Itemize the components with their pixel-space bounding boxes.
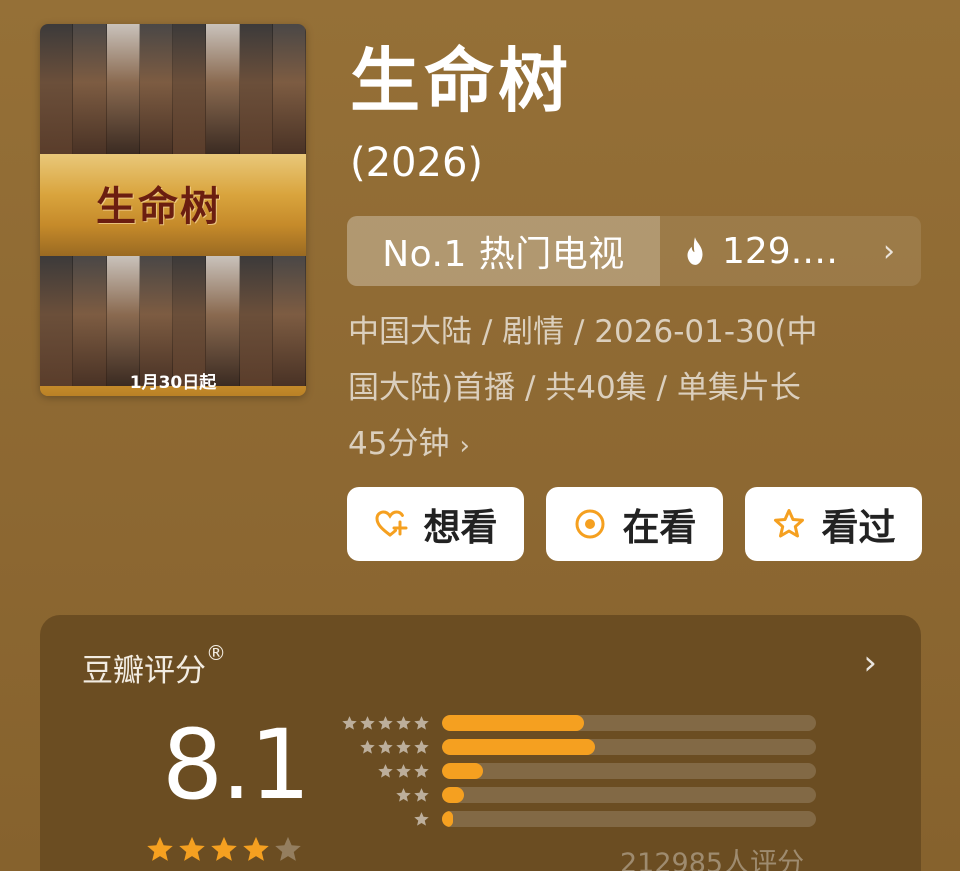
meta-info[interactable]: 中国大陆 / 剧情 / 2026-01-30(中 国大陆)首播 / 共40集 /… bbox=[348, 304, 908, 474]
rating-distribution-row bbox=[335, 759, 816, 783]
rating-score: 8.1 bbox=[162, 709, 311, 821]
distribution-bar bbox=[442, 739, 596, 755]
watched-button[interactable]: 看过 bbox=[745, 487, 922, 561]
rating-stars bbox=[145, 835, 303, 865]
rating-distribution-row bbox=[335, 783, 816, 807]
star-filled-icon bbox=[179, 836, 205, 861]
registered-mark: ® bbox=[206, 641, 226, 665]
poster-title-art: 生命树 bbox=[96, 183, 222, 230]
ranking-bar[interactable]: No.1 热门电视 129.… › bbox=[347, 216, 921, 286]
star-filled-icon bbox=[147, 836, 173, 861]
distribution-track bbox=[442, 715, 816, 731]
heart-plus-icon bbox=[374, 510, 407, 537]
small-star-icon bbox=[414, 715, 429, 730]
rating-title: 豆瓣评分® bbox=[82, 641, 226, 690]
want-to-watch-button[interactable]: 想看 bbox=[347, 487, 524, 561]
release-year: (2026) bbox=[350, 140, 484, 186]
rating-distribution-row bbox=[335, 711, 816, 735]
flame-icon bbox=[687, 237, 703, 265]
chevron-right-icon[interactable]: › bbox=[863, 643, 877, 683]
distribution-star-label bbox=[335, 811, 430, 828]
distribution-star-label bbox=[335, 787, 430, 804]
meta-line: 国大陆)首播 / 共40集 / 单集片长 bbox=[348, 370, 801, 406]
watching-button[interactable]: 在看 bbox=[546, 487, 723, 561]
small-star-icon bbox=[396, 787, 411, 802]
small-star-icon bbox=[360, 739, 375, 754]
distribution-star-label bbox=[335, 739, 430, 756]
hot-value-link[interactable]: 129.… › bbox=[660, 216, 921, 286]
small-star-icon bbox=[414, 811, 429, 826]
small-star-icon bbox=[396, 739, 411, 754]
rating-count: 212985人评分 bbox=[620, 848, 805, 871]
small-star-icon bbox=[378, 763, 393, 778]
hot-value: 129.… bbox=[722, 230, 839, 272]
douban-rating-card[interactable]: 豆瓣评分® › 8.1 212985人评分 bbox=[40, 615, 921, 871]
meta-duration: 45分钟 bbox=[348, 426, 450, 462]
poster-cast-row-bottom bbox=[40, 256, 306, 386]
chevron-right-icon: › bbox=[459, 431, 470, 461]
small-star-icon bbox=[360, 715, 375, 730]
poster-date-text: 1月30日起 bbox=[129, 373, 217, 393]
distribution-bar bbox=[442, 787, 465, 803]
distribution-star-label bbox=[335, 715, 430, 732]
distribution-track bbox=[442, 739, 816, 755]
rating-distribution-row bbox=[335, 807, 816, 831]
movie-detail-page: 生命树 1月30日起 生命树 (2026) No.1 热门电视 129.… › … bbox=[0, 0, 960, 871]
star-filled-icon bbox=[211, 836, 237, 861]
small-star-icon bbox=[396, 763, 411, 778]
distribution-bar bbox=[442, 715, 585, 731]
poster-image[interactable]: 生命树 1月30日起 bbox=[40, 24, 306, 396]
small-star-icon bbox=[378, 739, 393, 754]
distribution-track bbox=[442, 811, 816, 827]
want-to-watch-label: 想看 bbox=[423, 506, 498, 549]
distribution-bar bbox=[442, 763, 484, 779]
rank-label[interactable]: No.1 热门电视 bbox=[347, 216, 660, 286]
small-star-icon bbox=[414, 739, 429, 754]
distribution-track bbox=[442, 763, 816, 779]
poster-cast-row-top bbox=[40, 24, 306, 154]
small-star-icon bbox=[378, 715, 393, 730]
rating-title-text: 豆瓣评分 bbox=[82, 653, 206, 689]
page-title: 生命树 bbox=[350, 40, 572, 122]
star-filled-icon bbox=[243, 836, 269, 861]
small-star-icon bbox=[414, 763, 429, 778]
chevron-right-icon: › bbox=[883, 233, 895, 269]
meta-line: 中国大陆 / 剧情 / 2026-01-30(中 bbox=[348, 314, 818, 350]
star-outline-icon bbox=[773, 509, 804, 538]
distribution-bar bbox=[442, 811, 454, 827]
rating-distribution-row bbox=[335, 735, 816, 759]
watched-label: 看过 bbox=[821, 506, 896, 549]
small-star-icon bbox=[396, 715, 411, 730]
rating-distribution bbox=[335, 711, 816, 831]
target-circle-icon bbox=[575, 509, 604, 539]
star-empty-icon bbox=[275, 836, 301, 861]
distribution-star-label bbox=[335, 763, 430, 780]
small-star-icon bbox=[414, 787, 429, 802]
distribution-track bbox=[442, 787, 816, 803]
watching-label: 在看 bbox=[622, 506, 697, 549]
meta-line-last: 45分钟 › bbox=[348, 416, 908, 474]
action-buttons: 想看 在看 看过 bbox=[347, 487, 922, 561]
small-star-icon bbox=[342, 715, 357, 730]
